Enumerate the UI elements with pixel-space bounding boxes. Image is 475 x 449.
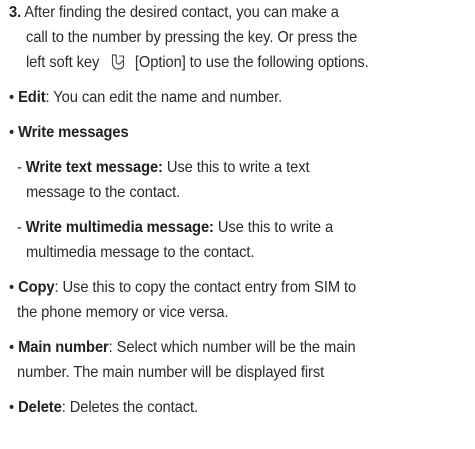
- option-edit: • Edit: You can edit the name and number…: [9, 85, 282, 110]
- bullet: •: [9, 124, 15, 141]
- step-3-text-3b: [Option] to use the following options.: [134, 54, 369, 71]
- option-copy-text-1: : Use this to copy the contact entry fro…: [54, 279, 357, 296]
- suboption-write-multimedia-line-1: - Write multimedia message: Use this to …: [17, 215, 333, 240]
- bullet: •: [9, 339, 15, 356]
- suboption-write-multimedia-text-2: multimedia message to the contact.: [26, 244, 255, 261]
- step-3-line-3: left soft key [Option] to use the follow…: [26, 50, 369, 75]
- option-write-messages-term: Write messages: [18, 124, 129, 141]
- option-edit-term: Edit: [18, 89, 46, 106]
- option-delete-text: : Deletes the contact.: [61, 399, 198, 416]
- dash: -: [17, 219, 26, 236]
- step-3-text-1: After finding the desired contact, you c…: [24, 4, 339, 21]
- option-copy-term: Copy: [18, 279, 55, 296]
- option-edit-text: : You can edit the name and number.: [45, 89, 283, 106]
- option-write-messages: • Write messages: [9, 120, 129, 145]
- option-delete: • Delete: Deletes the contact.: [9, 395, 198, 420]
- step-3-line-1: 3. After finding the desired contact, yo…: [9, 0, 339, 25]
- suboption-write-text-line-1: - Write text message: Use this to write …: [17, 155, 310, 180]
- manual-page: 3. After finding the desired contact, yo…: [0, 0, 475, 449]
- bullet: •: [9, 399, 15, 416]
- option-copy-text-2: the phone memory or vice versa.: [17, 304, 229, 321]
- suboption-write-text-text-2: message to the contact.: [26, 184, 181, 201]
- step-3-text-3a: left soft key: [26, 54, 100, 71]
- option-main-number-line-1: • Main number: Select which number will …: [9, 335, 356, 360]
- bullet: •: [9, 89, 15, 106]
- suboption-write-text-text-1: Use this to write a text: [162, 159, 310, 176]
- dash: -: [17, 159, 26, 176]
- suboption-write-multimedia-term: Write multimedia message:: [25, 219, 214, 236]
- suboption-write-text-term: Write text message:: [25, 159, 163, 176]
- option-main-number-text-2: number. The main number will be displaye…: [17, 364, 325, 381]
- option-main-number-line-2: number. The main number will be displaye…: [17, 360, 324, 385]
- suboption-write-multimedia-line-2: multimedia message to the contact.: [26, 240, 255, 265]
- option-copy-line-1: • Copy: Use this to copy the contact ent…: [9, 275, 356, 300]
- step-3-line-2: call to the number by pressing the key. …: [26, 25, 357, 50]
- suboption-write-multimedia-text-1: Use this to write a: [213, 219, 334, 236]
- option-copy-line-2: the phone memory or vice versa.: [17, 300, 229, 325]
- step-number: 3.: [9, 4, 22, 21]
- option-main-number-text-1: : Select which number will be the main: [108, 339, 356, 356]
- left-soft-key-icon: [111, 53, 126, 71]
- option-main-number-term: Main number: [18, 339, 109, 356]
- suboption-write-text-line-2: message to the contact.: [26, 180, 180, 205]
- step-3-text-2: call to the number by pressing the key. …: [26, 29, 358, 46]
- bullet: •: [9, 279, 15, 296]
- option-delete-term: Delete: [18, 399, 62, 416]
